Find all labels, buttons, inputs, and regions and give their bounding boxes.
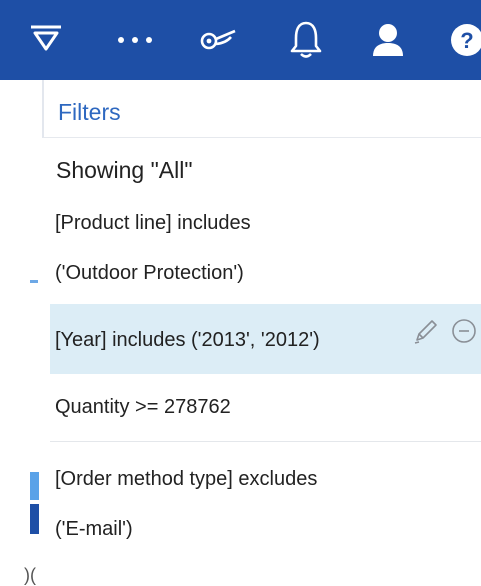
bell-icon[interactable] bbox=[284, 0, 328, 80]
background-bar-light bbox=[30, 472, 39, 500]
top-toolbar: ? bbox=[0, 0, 481, 80]
filter-text-line: ('Outdoor Protection') bbox=[55, 262, 244, 284]
background-content-strip: )( bbox=[0, 80, 44, 585]
filter-text-line: ('E-mail') bbox=[55, 518, 133, 540]
filter-text-line: Quantity >= 278762 bbox=[55, 396, 231, 418]
help-icon[interactable]: ? bbox=[450, 0, 481, 80]
filter-item-quantity[interactable]: Quantity >= 278762 bbox=[50, 376, 481, 438]
filter-item-order-method-type[interactable]: [Order method type] excludes ('E-mail') bbox=[50, 444, 481, 552]
more-options-icon[interactable] bbox=[110, 0, 160, 80]
remove-icon[interactable] bbox=[451, 318, 477, 350]
showing-label: Showing "All" bbox=[56, 157, 193, 183]
filter-text-line: [Product line] includes bbox=[55, 212, 251, 234]
filter-item-year[interactable]: [Year] includes ('2013', '2012') bbox=[50, 304, 481, 374]
background-dash bbox=[30, 280, 38, 283]
filter-item-product-line[interactable]: [Product line] includes ('Outdoor Protec… bbox=[50, 198, 481, 298]
glasses-icon[interactable] bbox=[194, 0, 242, 80]
background-bar-dark bbox=[30, 504, 39, 534]
filters-panel: Filters Showing "All" [Product line] inc… bbox=[42, 80, 481, 552]
filter-row-actions bbox=[411, 316, 477, 352]
filter-icon[interactable] bbox=[24, 0, 68, 80]
help-glyph: ? bbox=[460, 28, 473, 53]
filter-divider bbox=[50, 441, 481, 442]
filter-text-line: [Order method type] excludes bbox=[55, 468, 318, 490]
filters-panel-header: Filters bbox=[42, 80, 481, 138]
panel-title: Filters bbox=[58, 99, 121, 125]
filter-text-line: [Year] includes ('2013', '2012') bbox=[55, 329, 320, 351]
background-partial-text: )( bbox=[24, 565, 36, 585]
edit-icon[interactable] bbox=[411, 316, 441, 352]
user-icon[interactable] bbox=[366, 0, 410, 80]
